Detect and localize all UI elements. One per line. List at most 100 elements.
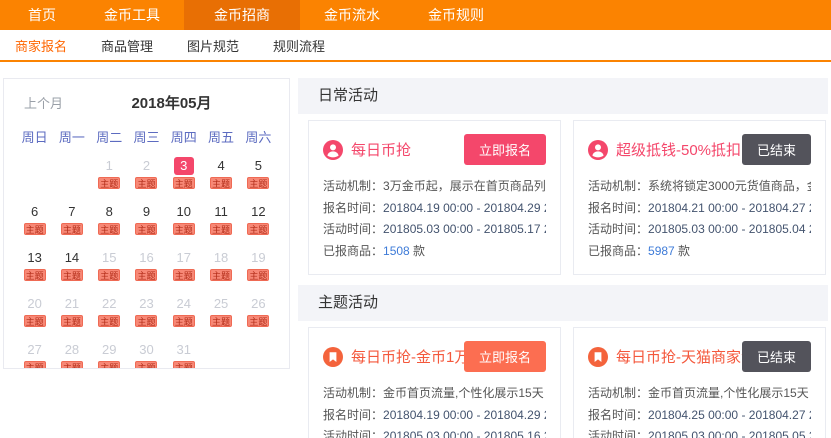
calendar-day[interactable]: 16 主题 xyxy=(128,246,165,292)
calendar-day[interactable]: 27主题 xyxy=(16,338,53,369)
day-number: 20 xyxy=(25,295,45,313)
reported-count[interactable]: 1508 xyxy=(383,244,410,258)
calendar-day[interactable]: 18 主题 xyxy=(202,246,239,292)
theme-badge: 主题 xyxy=(61,315,83,327)
theme-badge: 主题 xyxy=(61,269,83,281)
prev-month-button[interactable]: 上个月 xyxy=(24,93,72,112)
theme-badge: 主题 xyxy=(247,269,269,281)
calendar-day[interactable]: 1主题 xyxy=(91,154,128,200)
card-detail-row: 活动时间：201805.03 00:00 - 201805.05 24:00共3… xyxy=(588,426,811,438)
ended-button[interactable]: 已结束 xyxy=(742,341,811,372)
detail-label: 活动时间： xyxy=(323,222,383,236)
calendar-day[interactable]: 20 主题 xyxy=(16,292,53,338)
theme-badge: 主题 xyxy=(135,177,157,189)
calendar-day[interactable]: 22主题 xyxy=(91,292,128,338)
day-number: 25 xyxy=(211,295,231,313)
calendar-weekdays: 周日周一周二周三周四周五周六 xyxy=(4,117,289,146)
calendar-day[interactable]: 6主题 xyxy=(16,200,53,246)
theme-badge: 主题 xyxy=(173,223,195,235)
calendar-day[interactable]: 2主题 xyxy=(128,154,165,200)
nav-tab[interactable]: 金币流水 xyxy=(300,0,404,30)
theme-badge: 主题 xyxy=(173,269,195,281)
day-number: 16 xyxy=(136,249,156,267)
theme-badge: 主题 xyxy=(210,177,232,189)
theme-badge: 主题 xyxy=(24,315,46,327)
calendar-day[interactable]: 21主题 xyxy=(53,292,90,338)
person-icon xyxy=(588,140,608,160)
main-content: 上个月 2018年05月 周日周一周二周三周四周五周六 1主题2主题3主题4主题… xyxy=(0,78,831,438)
theme-badge: 主题 xyxy=(98,177,120,189)
card-detail-row: 报名时间：201804.21 00:00 - 201804.27 24:00 xyxy=(588,198,811,220)
calendar-day[interactable]: 12 主题 xyxy=(240,200,277,246)
weekday-label: 周一 xyxy=(53,127,90,146)
day-number: 3 xyxy=(174,157,194,175)
calendar-panel: 上个月 2018年05月 周日周一周二周三周四周五周六 1主题2主题3主题4主题… xyxy=(3,78,290,369)
calendar-day[interactable]: 31主题 xyxy=(165,338,202,369)
detail-value: 201805.03 00:00 - 201805.04 24:00 xyxy=(648,222,811,236)
day-number: 30 xyxy=(136,341,156,359)
card-header: 每日币抢 立即报名 xyxy=(323,134,546,165)
theme-badge: 主题 xyxy=(24,223,46,235)
activity-card: 超级抵钱-50%抵扣已结束活动机制：系统将锁定3000元货值商品，金币50%抵扣… xyxy=(573,120,826,275)
card-detail-row: 活动机制：3万金币起，展示在首页商品列表中 xyxy=(323,176,546,198)
day-number: 12 xyxy=(248,203,268,221)
reported-count[interactable]: 5987 xyxy=(648,244,675,258)
calendar-day[interactable]: 19主题 xyxy=(240,246,277,292)
calendar-day[interactable]: 24主题 xyxy=(165,292,202,338)
calendar-week: 13主题14主题15主题16主题17主题18主题19主题 xyxy=(16,246,277,292)
card-detail-row: 活动机制：系统将锁定3000元货值商品，金币50%抵扣 xyxy=(588,176,811,198)
detail-value: 201805.03 00:00 - 201805.16 24:00 xyxy=(383,429,546,438)
detail-value: 201804.21 00:00 - 201804.27 24:00 xyxy=(648,201,811,215)
nav-tab[interactable]: 首页 xyxy=(4,0,80,30)
calendar-day[interactable]: 9主题 xyxy=(128,200,165,246)
calendar-day[interactable]: 7主题 xyxy=(53,200,90,246)
calendar-day[interactable]: 29主题 xyxy=(91,338,128,369)
subnav-tab[interactable]: 规则流程 xyxy=(273,36,325,55)
day-number: 28 xyxy=(62,341,82,359)
calendar-day[interactable]: 10主题 xyxy=(165,200,202,246)
calendar-empty-cell xyxy=(53,154,90,200)
calendar-day[interactable]: 30主题 xyxy=(128,338,165,369)
calendar-day[interactable]: 8主题 xyxy=(91,200,128,246)
calendar-day[interactable]: 5主题 xyxy=(240,154,277,200)
calendar-day[interactable]: 15主题 xyxy=(91,246,128,292)
calendar-week: 6主题7主题8主题9主题10主题11主题 12 主题 xyxy=(16,200,277,246)
detail-value: 201804.19 00:00 - 201804.29 24:00 xyxy=(383,408,546,422)
theme-badge: 主题 xyxy=(173,177,195,189)
calendar-empty-cell xyxy=(202,338,239,369)
card-detail-row: 活动机制：金币首页流量,个性化展示15天 45金币/点击 xyxy=(323,383,546,405)
calendar-day[interactable]: 17主题 xyxy=(165,246,202,292)
subnav-tab[interactable]: 商家报名 xyxy=(15,36,67,55)
detail-label: 活动时间： xyxy=(588,429,648,438)
calendar-day[interactable]: 3 主题 xyxy=(165,154,202,200)
theme-badge: 主题 xyxy=(247,315,269,327)
day-number: 18 xyxy=(211,249,231,267)
calendar-day[interactable]: 11主题 xyxy=(202,200,239,246)
subnav-tab[interactable]: 商品管理 xyxy=(101,36,153,55)
activity-title: 每日币抢 xyxy=(351,139,411,160)
calendar-day[interactable]: 14主题 xyxy=(53,246,90,292)
nav-tab[interactable]: 金币规则 xyxy=(404,0,508,30)
activity-title: 每日币抢-天猫商家专享 xyxy=(616,346,742,367)
nav-tab[interactable]: 金币工具 xyxy=(80,0,184,30)
nav-tab[interactable]: 金币招商 xyxy=(184,0,300,30)
card-detail-row: 活动时间：201805.03 00:00 - 201805.16 24:00共1… xyxy=(323,426,546,438)
theme-badge: 主题 xyxy=(210,269,232,281)
calendar-day[interactable]: 4主题 xyxy=(202,154,239,200)
subnav-tab[interactable]: 图片规范 xyxy=(187,36,239,55)
detail-label: 活动时间： xyxy=(588,222,648,236)
theme-badge: 主题 xyxy=(135,269,157,281)
theme-badge: 主题 xyxy=(247,223,269,235)
activity-section: 主题活动每日币抢-金币1万以上卖家...立即报名活动机制：金币首页流量,个性化展… xyxy=(298,285,828,438)
signup-button[interactable]: 立即报名 xyxy=(464,341,546,372)
weekday-label: 周五 xyxy=(202,127,239,146)
theme-badge: 主题 xyxy=(210,315,232,327)
calendar-day[interactable]: 13主题 xyxy=(16,246,53,292)
calendar-day[interactable]: 25 主题 xyxy=(202,292,239,338)
calendar-day[interactable]: 26主题 xyxy=(240,292,277,338)
theme-badge: 主题 xyxy=(173,315,195,327)
calendar-day[interactable]: 23主题 xyxy=(128,292,165,338)
calendar-day[interactable]: 28主题 xyxy=(53,338,90,369)
ended-button[interactable]: 已结束 xyxy=(742,134,811,165)
signup-button[interactable]: 立即报名 xyxy=(464,134,546,165)
